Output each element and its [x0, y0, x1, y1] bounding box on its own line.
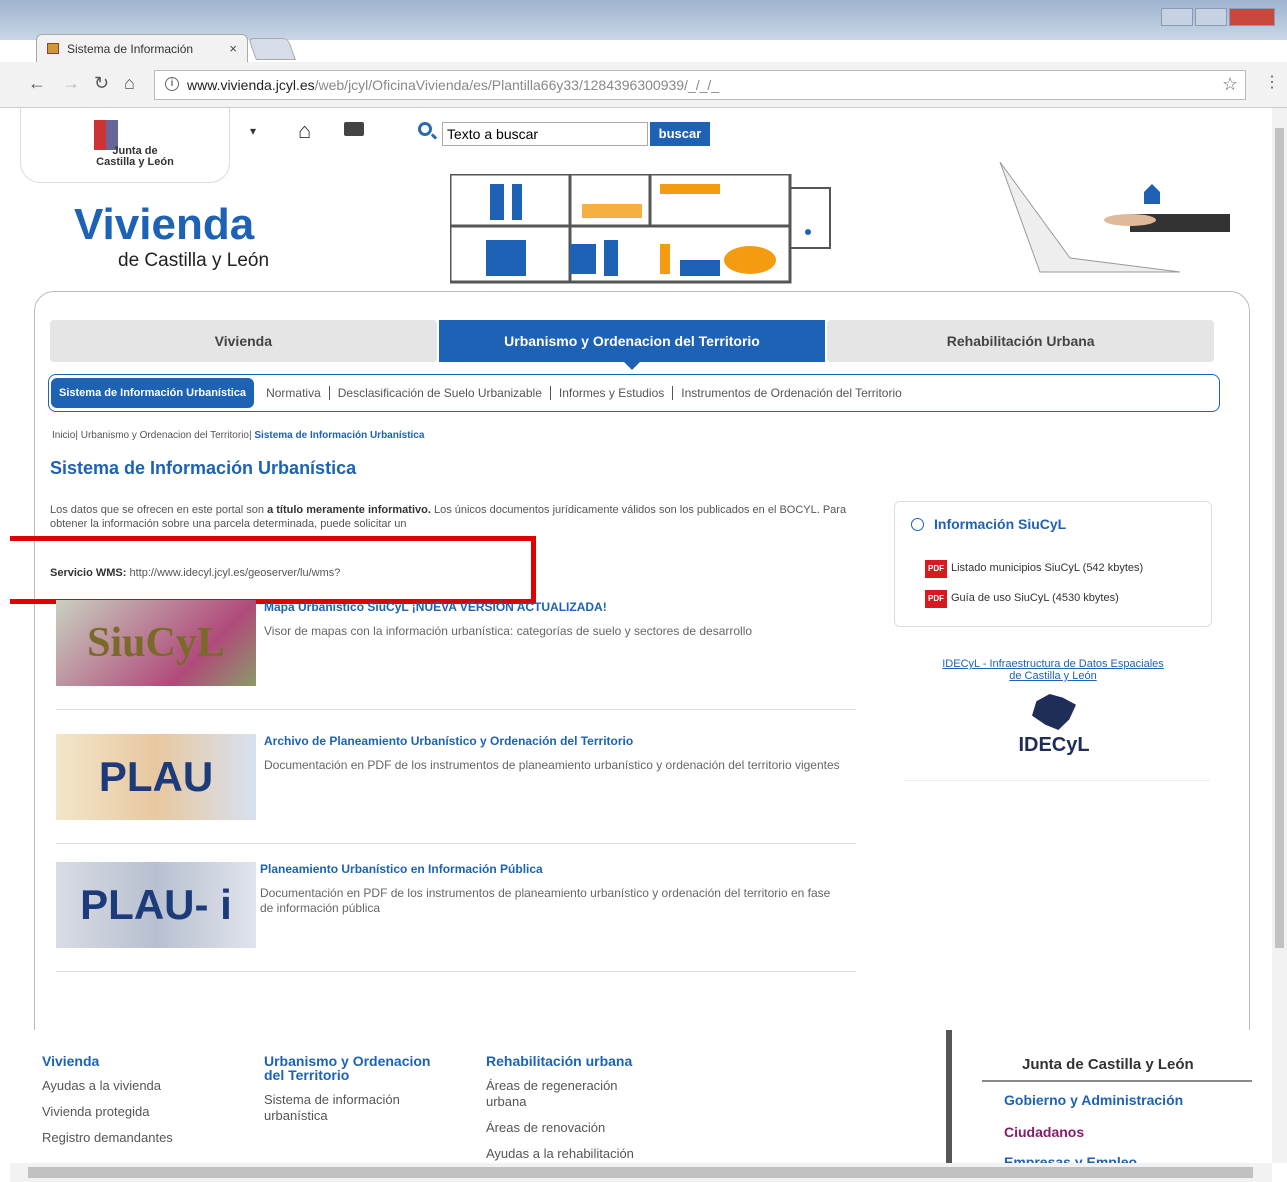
- footer-link[interactable]: Áreas de renovación: [486, 1120, 656, 1136]
- item-title[interactable]: Planeamiento Urbanístico en Información …: [260, 862, 543, 876]
- footer-link[interactable]: Áreas de regeneración urbana: [486, 1078, 656, 1110]
- list-item-plau: PLAU Archivo de Planeamiento Urbanístico…: [56, 734, 856, 844]
- plau-i-thumbnail[interactable]: PLAU- i: [56, 862, 256, 948]
- info-siucyl-heading[interactable]: Información SiuCyL: [911, 516, 1066, 532]
- browser-tab[interactable]: Sistema de Información ×: [36, 34, 248, 62]
- collapse-circle-icon[interactable]: [911, 518, 924, 531]
- footer-link[interactable]: Sistema de información urbanística: [264, 1092, 434, 1124]
- footer-col-rehabilitacion: Rehabilitación urbana Áreas de regenerac…: [486, 1054, 656, 1163]
- intro-bold: a título meramente informativo.: [267, 504, 431, 516]
- plau-thumbnail[interactable]: PLAU: [56, 734, 256, 820]
- tab-urbanismo[interactable]: Urbanismo y Ordenacion del Territorio: [438, 320, 826, 370]
- junta-logo-text[interactable]: Junta de Castilla y León: [90, 146, 180, 168]
- footer-heading[interactable]: Rehabilitación urbana: [486, 1054, 656, 1068]
- scroll-thumb[interactable]: [1275, 128, 1284, 948]
- menu-kebab-icon[interactable]: ⋮: [1264, 72, 1280, 92]
- close-window-button[interactable]: [1229, 8, 1275, 26]
- item-description: Documentación en PDF de los instrumentos…: [264, 758, 840, 772]
- doc-item[interactable]: PDF Guía de uso SiuCyL (4530 kbytes): [925, 590, 1195, 608]
- brand-title[interactable]: Vivienda: [74, 200, 254, 250]
- search-button[interactable]: buscar: [650, 122, 710, 146]
- doc-item[interactable]: PDF Listado municipios SiuCyL (542 kbytes…: [925, 560, 1195, 578]
- list-item-siucyl: SiuCyL Mapa Urbanístico SiuCyL ¡NUEVA VE…: [56, 600, 856, 710]
- new-tab-button[interactable]: [247, 38, 297, 60]
- info-siucyl-box: Información SiuCyL PDF Listado municipios…: [894, 501, 1212, 627]
- search-input[interactable]: [442, 122, 648, 146]
- web-page: Junta de Castilla y León ▾ ⌂ buscar Vivi…: [10, 108, 1272, 1163]
- mail-icon[interactable]: [344, 122, 364, 136]
- footer-junta: Junta de Castilla y León Gobierno y Admi…: [946, 1030, 1252, 1163]
- page-title: Sistema de Información Urbanística: [50, 458, 357, 478]
- forward-arrow-icon[interactable]: →: [62, 73, 80, 94]
- idecyl-logo[interactable]: IDECyL: [1004, 694, 1104, 764]
- footer-col-urbanismo: Urbanismo y Ordenacion del Territorio Si…: [264, 1054, 434, 1134]
- main-tabs: Vivienda Urbanismo y Ordenacion del Terr…: [50, 320, 1216, 370]
- laptop-illustration: [999, 162, 1230, 273]
- tab-title: Sistema de Información: [67, 42, 194, 56]
- browser-toolbar: ← → ↻ ⌂ i www.vivienda.jcyl.es/web/jcyl/…: [0, 62, 1287, 108]
- intro-text: Los datos que se ofrecen en este portal …: [50, 504, 847, 530]
- subnav-informes[interactable]: Informes y Estudios: [551, 386, 674, 400]
- subnav-normativa[interactable]: Normativa: [258, 386, 330, 400]
- breadcrumb-home[interactable]: Inicio: [52, 430, 75, 441]
- address-bar[interactable]: i www.vivienda.jcyl.es/web/jcyl/OficinaV…: [154, 70, 1246, 100]
- footer-link[interactable]: Vivienda protegida: [42, 1104, 242, 1120]
- list-item-plau-i: PLAU- i Planeamiento Urbanístico en Info…: [56, 862, 856, 972]
- info-icon[interactable]: i: [165, 77, 179, 91]
- search-icon: [418, 122, 432, 136]
- footer-link-empresas[interactable]: Empresas y Empleo: [1004, 1154, 1137, 1163]
- subnav-desclasificacion[interactable]: Desclasificación de Suelo Urbanizable: [330, 386, 551, 400]
- item-description: Documentación en PDF de los instrumentos…: [260, 886, 831, 915]
- horizontal-scrollbar[interactable]: [10, 1163, 1272, 1182]
- home-icon[interactable]: ⌂: [298, 118, 311, 144]
- footer-link[interactable]: Ayudas a la rehabilitación: [486, 1146, 656, 1162]
- subnav-instrumentos[interactable]: Instrumentos de Ordenación del Territori…: [673, 386, 910, 400]
- bookmark-star-icon[interactable]: ☆: [1222, 74, 1238, 95]
- footer-heading[interactable]: Vivienda: [42, 1054, 242, 1068]
- dropdown-arrow-icon[interactable]: ▾: [250, 124, 256, 138]
- siucyl-thumbnail[interactable]: SiuCyL: [56, 600, 256, 686]
- item-title[interactable]: Mapa Urbanístico SiuCyL ¡NUEVA VERSIÓN A…: [264, 600, 607, 614]
- idecyl-map-icon: [1032, 694, 1076, 730]
- divider: [982, 1080, 1252, 1082]
- favicon-icon: [47, 43, 59, 54]
- browser-titlebar: Sistema de Información ×: [0, 0, 1287, 62]
- item-title[interactable]: Archivo de Planeamiento Urbanístico y Or…: [264, 734, 633, 748]
- url-host: www.vivienda.jcyl.es: [187, 77, 315, 93]
- scroll-thumb[interactable]: [28, 1167, 1253, 1178]
- reload-icon[interactable]: ↻: [94, 73, 109, 94]
- home-browser-icon[interactable]: ⌂: [124, 73, 135, 94]
- tab-vivienda[interactable]: Vivienda: [50, 320, 437, 362]
- footer-junta-heading: Junta de Castilla y León: [1022, 1056, 1194, 1073]
- footer-col-vivienda: Vivienda Ayudas a la vivienda Vivienda p…: [42, 1054, 242, 1156]
- doc-list: PDF Listado municipios SiuCyL (542 kbytes…: [925, 560, 1195, 620]
- back-arrow-icon[interactable]: ←: [28, 73, 46, 94]
- footer-heading[interactable]: Urbanismo y Ordenacion del Territorio: [264, 1054, 434, 1082]
- breadcrumb: Inicio| Urbanismo y Ordenacion del Terri…: [52, 430, 425, 441]
- tab-rehabilitacion[interactable]: Rehabilitación Urbana: [827, 320, 1215, 362]
- brand-subtitle: de Castilla y León: [118, 250, 270, 271]
- footer: Vivienda Ayudas a la vivienda Vivienda p…: [10, 1030, 1272, 1163]
- vertical-scrollbar[interactable]: [1272, 108, 1287, 1163]
- sub-navigation: Sistema de Información Urbanística Norma…: [48, 374, 1220, 412]
- window-controls: [1159, 8, 1275, 26]
- footer-link-gobierno[interactable]: Gobierno y Administración: [1004, 1092, 1183, 1108]
- maximize-button[interactable]: [1195, 8, 1227, 26]
- url-path: /web/jcyl/OficinaVivienda/es/Plantilla66…: [314, 77, 720, 93]
- idecyl-link[interactable]: IDECyL - Infraestructura de Datos Espaci…: [940, 658, 1166, 682]
- pdf-icon: PDF: [925, 560, 947, 578]
- footer-link[interactable]: Registro demandantes: [42, 1130, 242, 1146]
- breadcrumb-current: Sistema de Información Urbanística: [254, 430, 425, 441]
- footer-link-ciudadanos[interactable]: Ciudadanos: [1004, 1124, 1084, 1140]
- floorplan-illustration: [450, 174, 831, 284]
- subnav-sistema-informacion[interactable]: Sistema de Información Urbanística: [51, 378, 255, 408]
- pdf-icon: PDF: [925, 590, 947, 608]
- tab-close-icon[interactable]: ×: [229, 41, 237, 56]
- highlight-annotation-box: [10, 536, 536, 604]
- minimize-button[interactable]: [1161, 8, 1193, 26]
- footer-link[interactable]: Ayudas a la vivienda: [42, 1078, 242, 1094]
- divider: [904, 780, 1210, 781]
- breadcrumb-section[interactable]: Urbanismo y Ordenacion del Territorio: [81, 430, 249, 441]
- item-description: Visor de mapas con la información urbaní…: [264, 624, 753, 638]
